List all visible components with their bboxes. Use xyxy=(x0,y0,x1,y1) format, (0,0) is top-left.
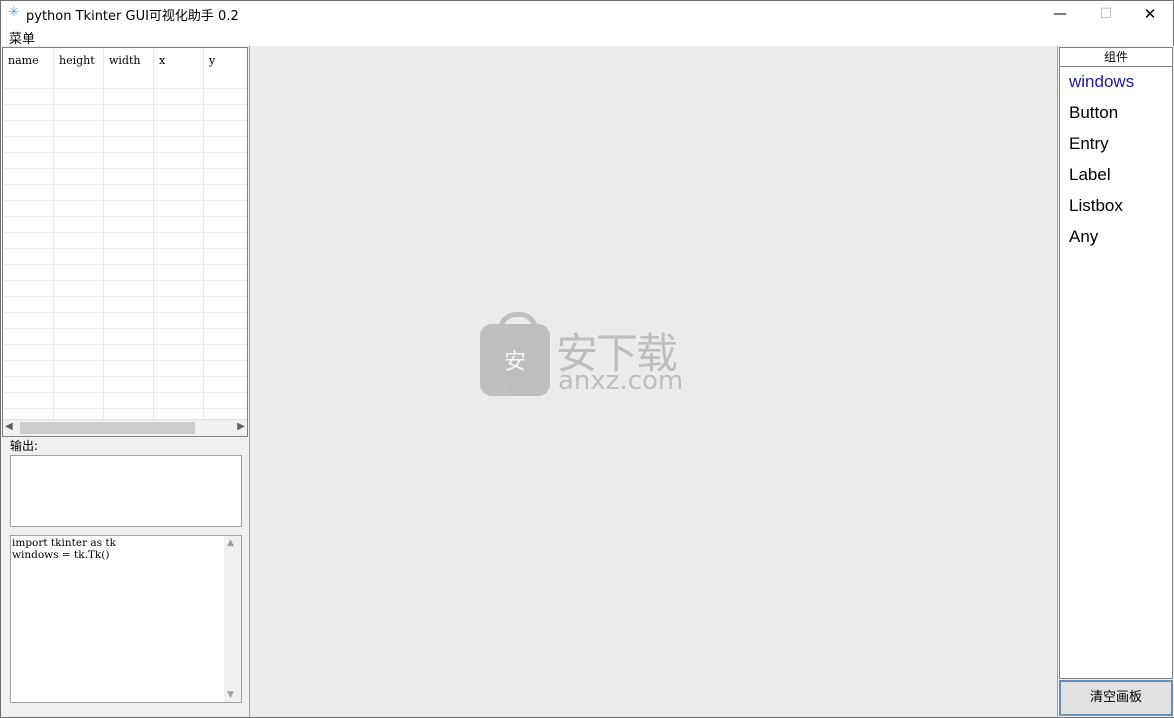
table-row-line xyxy=(3,184,247,185)
table-row-line xyxy=(3,168,247,169)
left-panel: name height width x y ◀ ▶ 输出: import tki… xyxy=(1,46,250,717)
design-canvas[interactable]: 安 安下载 anxz.com xyxy=(250,46,1057,717)
horizontal-scrollbar[interactable]: ◀ ▶ xyxy=(3,419,247,436)
table-row-line xyxy=(3,216,247,217)
menu-bar: 菜单 xyxy=(1,27,1173,47)
scroll-down-icon[interactable]: ▼ xyxy=(227,690,234,700)
column-header-x[interactable]: x xyxy=(159,54,165,67)
column-header-height[interactable]: height xyxy=(59,54,95,67)
table-row-line xyxy=(3,376,247,377)
scroll-right-icon[interactable]: ▶ xyxy=(237,421,245,432)
watermark-logo: 安 安下载 anxz.com xyxy=(480,312,700,402)
components-panel: 组件 windows Button Entry Label Listbox An… xyxy=(1057,46,1174,717)
table-row-line xyxy=(3,248,247,249)
code-text[interactable]: import tkinter as tk windows = tk.Tk() xyxy=(12,537,116,561)
clear-canvas-button[interactable]: 清空画板 xyxy=(1059,680,1173,716)
table-row-line xyxy=(3,344,247,345)
table-row-line xyxy=(3,104,247,105)
table-row-line xyxy=(3,360,247,361)
maximize-button[interactable]: ☐ xyxy=(1083,1,1129,27)
minimize-button[interactable]: — xyxy=(1037,1,1083,27)
properties-table[interactable]: name height width x y ◀ ▶ xyxy=(2,47,248,437)
output-textbox[interactable] xyxy=(10,455,242,527)
table-row-line xyxy=(3,296,247,297)
component-item-label[interactable]: Label xyxy=(1069,165,1111,185)
column-header-name[interactable]: name xyxy=(8,54,39,67)
table-row-line xyxy=(3,88,247,89)
table-row-line xyxy=(3,280,247,281)
watermark-en: anxz.com xyxy=(558,366,684,396)
table-row-line xyxy=(3,264,247,265)
component-item-listbox[interactable]: Listbox xyxy=(1069,196,1123,216)
column-header-y[interactable]: y xyxy=(209,54,215,67)
bag-icon: 安 xyxy=(480,312,550,396)
table-row-line xyxy=(3,200,247,201)
close-button[interactable]: ✕ xyxy=(1127,1,1173,27)
watermark-glyph: 安 xyxy=(503,350,526,375)
component-item-button[interactable]: Button xyxy=(1069,103,1118,123)
code-textbox[interactable]: import tkinter as tk windows = tk.Tk() ▲… xyxy=(10,535,242,703)
component-item-entry[interactable]: Entry xyxy=(1069,134,1109,154)
title-bar[interactable]: ✳ python Tkinter GUI可视化助手 0.2 — ☐ ✕ xyxy=(1,1,1173,27)
component-item-any[interactable]: Any xyxy=(1069,227,1098,247)
window-title: python Tkinter GUI可视化助手 0.2 xyxy=(26,9,239,24)
scrollbar-thumb[interactable] xyxy=(20,422,195,434)
menu-main[interactable]: 菜单 xyxy=(9,28,35,47)
scroll-up-icon[interactable]: ▲ xyxy=(227,538,234,548)
components-header: 组件 xyxy=(1059,47,1173,67)
output-label: 输出: xyxy=(10,439,39,453)
vertical-scrollbar[interactable]: ▲ ▼ xyxy=(224,536,241,702)
table-row-line xyxy=(3,408,247,409)
column-header-width[interactable]: width xyxy=(109,54,140,67)
app-window: ✳ python Tkinter GUI可视化助手 0.2 — ☐ ✕ 菜单 n… xyxy=(0,0,1174,718)
feather-icon: ✳ xyxy=(8,5,20,20)
table-row-line xyxy=(3,136,247,137)
table-row-line xyxy=(3,232,247,233)
component-item-windows[interactable]: windows xyxy=(1069,72,1134,92)
table-row-line xyxy=(3,328,247,329)
table-row-line xyxy=(3,392,247,393)
table-row-line xyxy=(3,120,247,121)
components-list[interactable]: windows Button Entry Label Listbox Any xyxy=(1059,67,1173,679)
table-row-line xyxy=(3,312,247,313)
scroll-left-icon[interactable]: ◀ xyxy=(5,421,13,432)
table-row-line xyxy=(3,152,247,153)
